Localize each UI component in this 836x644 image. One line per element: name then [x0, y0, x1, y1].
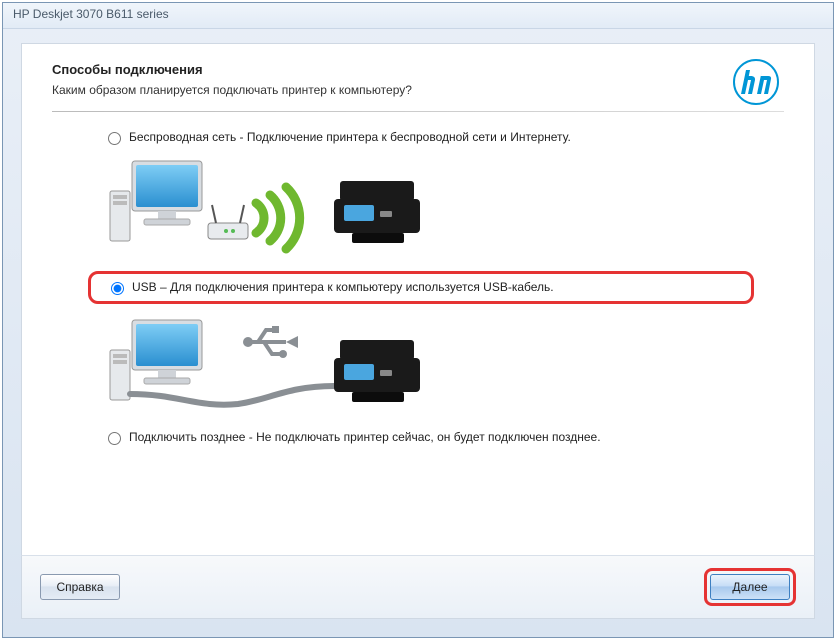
- footer-bar: Справка Далее: [21, 555, 815, 619]
- illustration-usb: [108, 312, 754, 422]
- highlight-next-button: Далее: [704, 568, 796, 606]
- option-wireless-label: Беспроводная сеть - Подключение принтера…: [129, 130, 571, 144]
- highlight-usb-option: USB – Для подключения принтера к компьют…: [88, 271, 754, 304]
- usb-icon: [243, 326, 298, 358]
- option-usb-label: USB – Для подключения принтера к компьют…: [132, 280, 554, 294]
- content-panel: Способы подключения Каким образом планир…: [21, 43, 815, 555]
- radio-wireless[interactable]: [108, 132, 121, 145]
- radio-usb[interactable]: [111, 282, 124, 295]
- option-later[interactable]: Подключить позднее - Не подключать принт…: [108, 430, 754, 445]
- illustration-wireless: [108, 153, 754, 263]
- installer-window: HP Deskjet 3070 B611 series Способы подк…: [2, 2, 834, 638]
- window-title: HP Deskjet 3070 B611 series: [13, 7, 169, 21]
- next-button[interactable]: Далее: [710, 574, 790, 600]
- window-titlebar: HP Deskjet 3070 B611 series: [3, 3, 833, 29]
- option-usb[interactable]: USB – Для подключения принтера к компьют…: [91, 280, 735, 295]
- option-later-label: Подключить позднее - Не подключать принт…: [129, 430, 601, 444]
- radio-later[interactable]: [108, 432, 121, 445]
- page-subtitle: Каким образом планируется подключать при…: [52, 83, 784, 97]
- help-button[interactable]: Справка: [40, 574, 120, 600]
- hp-logo: [726, 58, 786, 109]
- page-title: Способы подключения: [52, 62, 784, 77]
- page-header: Способы подключения Каким образом планир…: [22, 44, 814, 111]
- option-wireless[interactable]: Беспроводная сеть - Подключение принтера…: [108, 130, 754, 145]
- connection-options: Беспроводная сеть - Подключение принтера…: [22, 112, 814, 445]
